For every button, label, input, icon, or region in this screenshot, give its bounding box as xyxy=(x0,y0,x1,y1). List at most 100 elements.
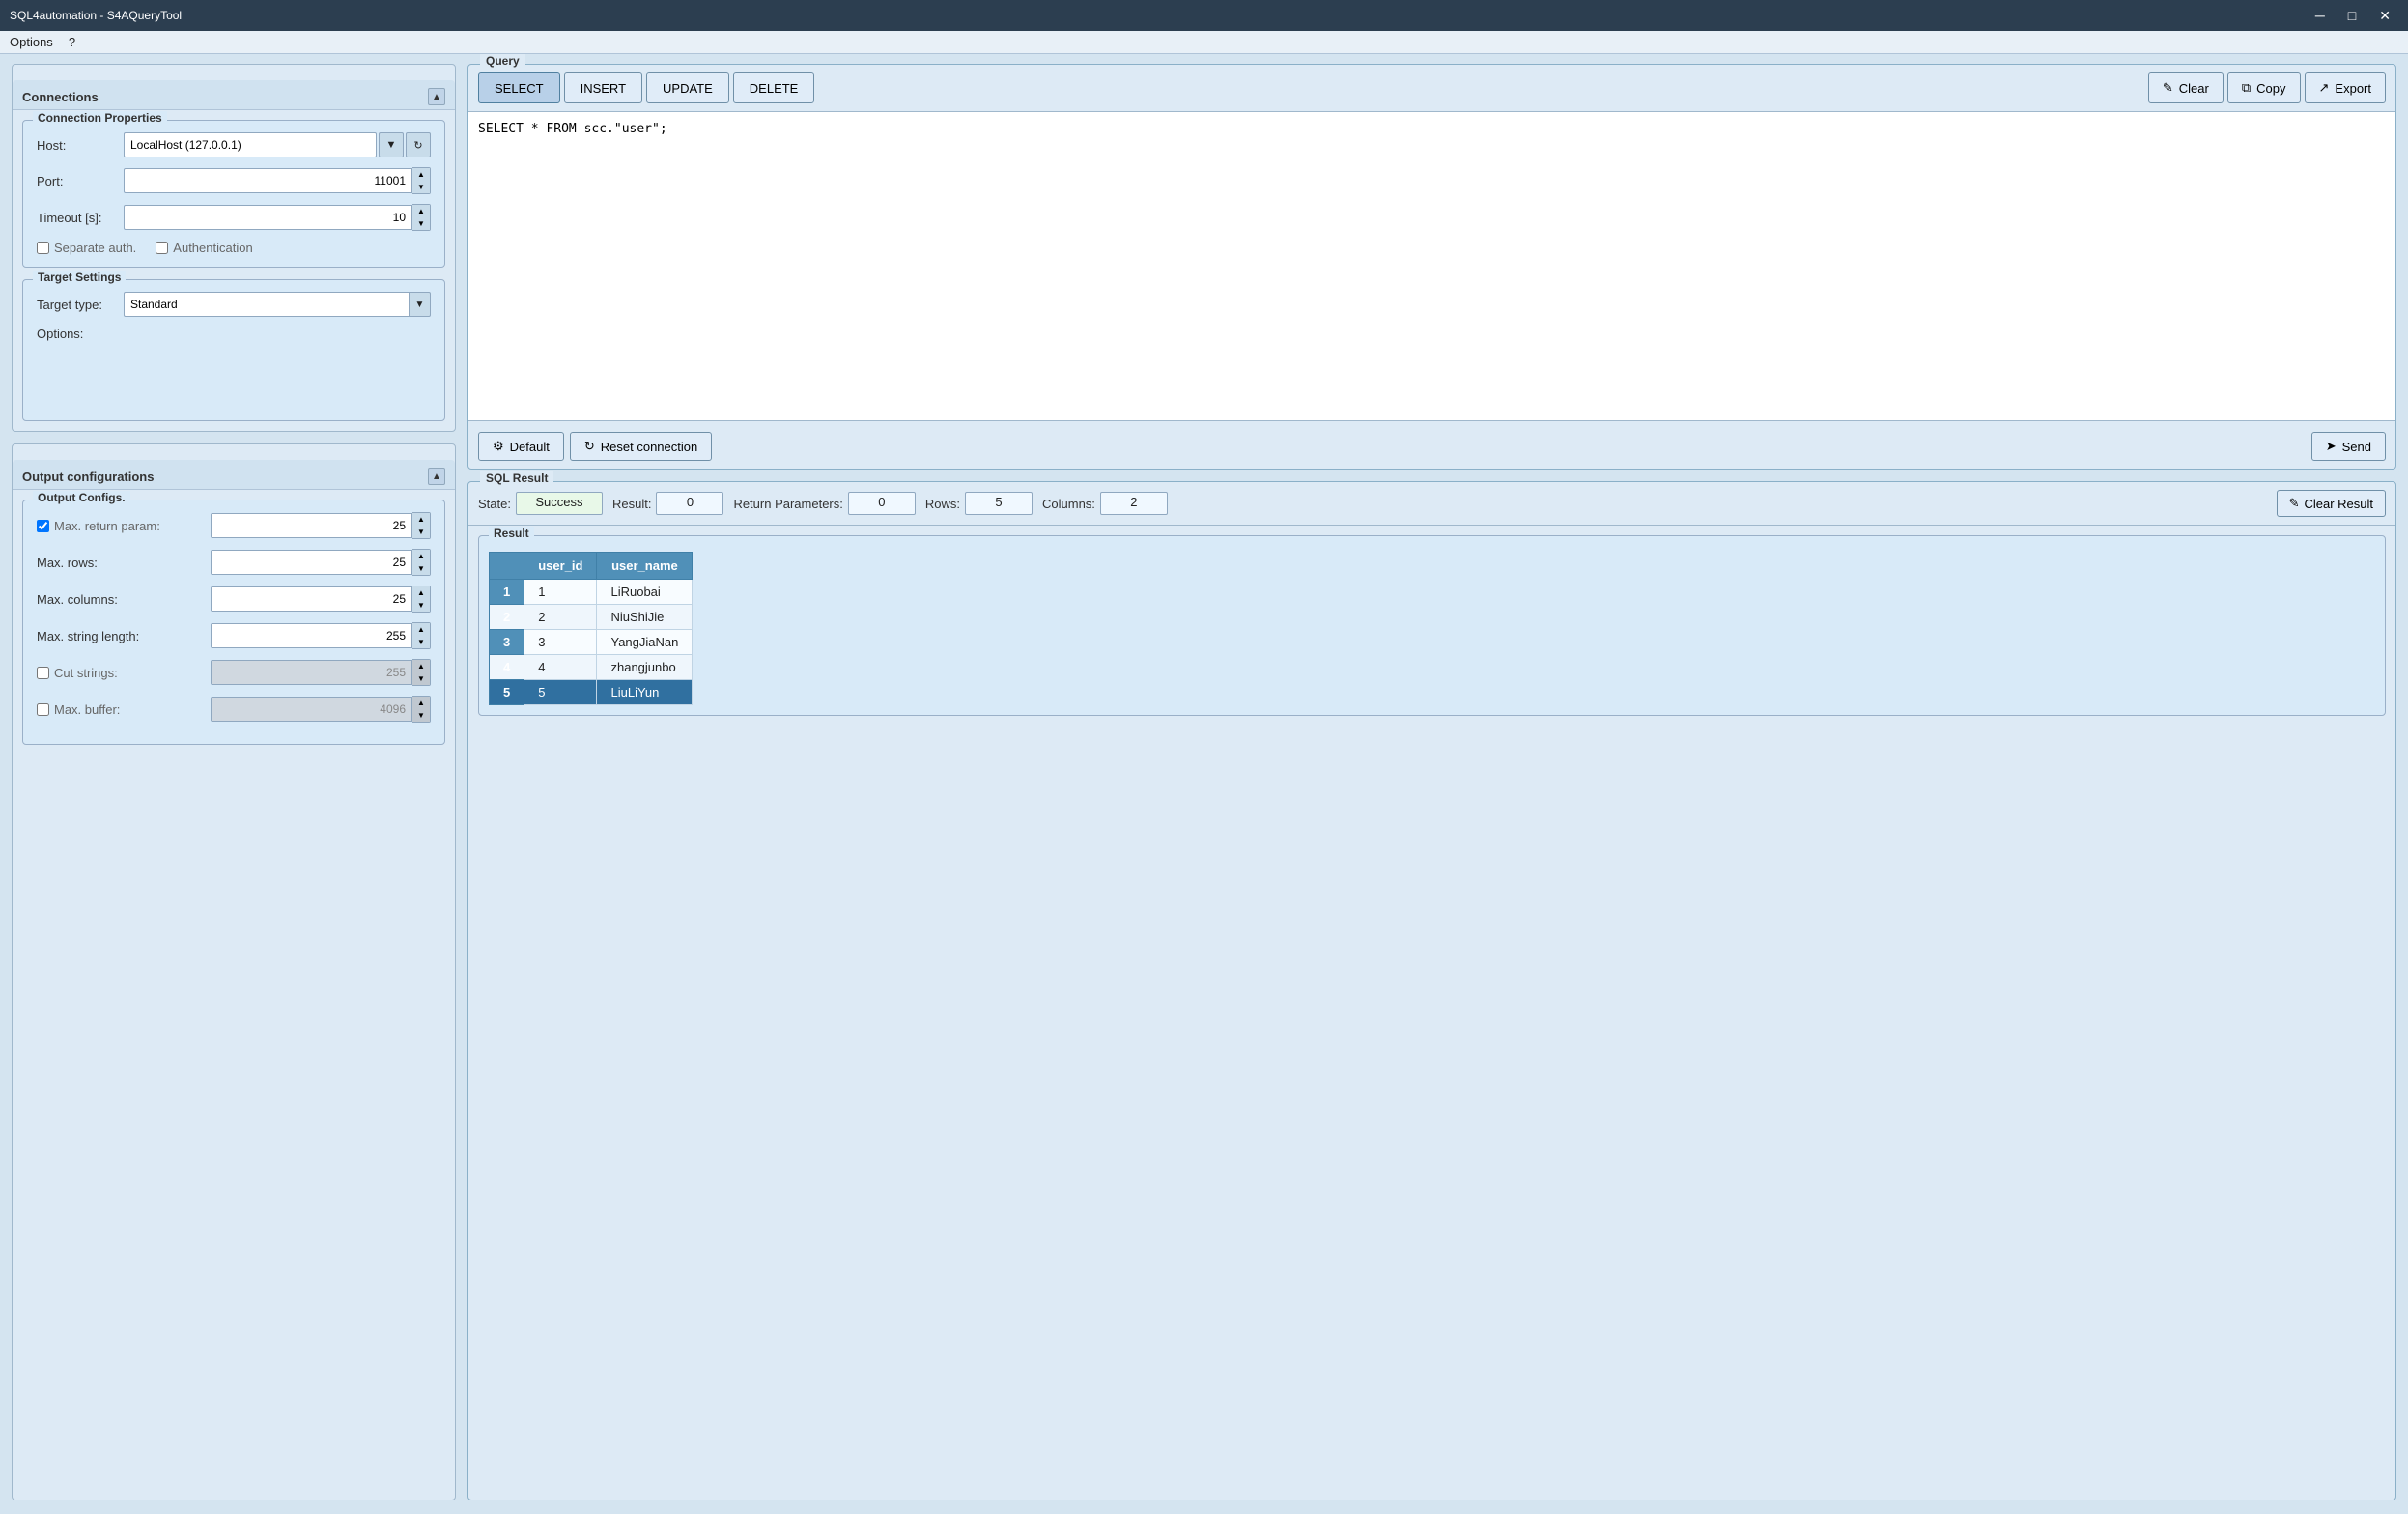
clear-button[interactable]: ✎ Clear xyxy=(2148,72,2224,103)
authentication-checkbox[interactable] xyxy=(156,242,168,254)
connections-title: Connections xyxy=(22,90,99,104)
max-string-length-input-group: ▲ ▼ xyxy=(211,622,431,649)
max-string-length-input[interactable] xyxy=(211,623,412,648)
auth-row: Separate auth. Authentication xyxy=(37,241,431,255)
port-up-btn[interactable]: ▲ xyxy=(412,168,430,181)
max-columns-input[interactable] xyxy=(211,586,412,612)
cut-strings-up-btn: ▲ xyxy=(412,660,430,672)
timeout-label: Timeout [s]: xyxy=(37,211,124,225)
max-string-length-down-btn[interactable]: ▼ xyxy=(412,636,430,648)
max-buffer-checkbox[interactable] xyxy=(37,703,49,716)
separate-auth-label[interactable]: Separate auth. xyxy=(37,241,136,255)
timeout-input[interactable] xyxy=(124,205,412,230)
port-down-btn[interactable]: ▼ xyxy=(412,181,430,193)
max-buffer-row: Max. buffer: ▲ ▼ xyxy=(37,696,431,723)
default-button[interactable]: ⚙ Default xyxy=(478,432,564,461)
close-button[interactable]: ✕ xyxy=(2371,6,2398,26)
row-number: 4 xyxy=(490,655,524,680)
row-number: 5 xyxy=(490,680,524,705)
user-name-header: user_name xyxy=(597,553,693,580)
main-layout: Connections ▲ Connection Properties Host… xyxy=(0,54,2408,1510)
table-row[interactable]: 55LiuLiYun xyxy=(490,680,693,705)
columns-value: 2 xyxy=(1100,492,1168,515)
query-header: SELECT INSERT UPDATE DELETE ✎ Clear ⧉ Co… xyxy=(468,65,2395,112)
result-label: Result: xyxy=(612,497,651,511)
rows-group: Rows: 5 xyxy=(925,492,1033,515)
max-string-length-up-btn[interactable]: ▲ xyxy=(412,623,430,636)
return-params-label: Return Parameters: xyxy=(733,497,842,511)
max-rows-up-btn[interactable]: ▲ xyxy=(412,550,430,562)
max-return-param-row: Max. return param: ▲ ▼ xyxy=(37,512,431,539)
send-button[interactable]: ➤ Send xyxy=(2311,432,2386,461)
max-columns-down-btn[interactable]: ▼ xyxy=(412,599,430,612)
max-columns-up-btn[interactable]: ▲ xyxy=(412,586,430,599)
connections-collapse-btn[interactable]: ▲ xyxy=(428,88,445,105)
max-return-param-label[interactable]: Max. return param: xyxy=(37,519,211,533)
cut-strings-down-btn: ▼ xyxy=(412,672,430,685)
state-label: State: xyxy=(478,497,511,511)
clear-result-icon: ✎ xyxy=(2289,496,2300,511)
result-table-title: Result xyxy=(489,527,534,540)
query-action-buttons: ✎ Clear ⧉ Copy ↗ Export xyxy=(2148,72,2386,103)
columns-label: Columns: xyxy=(1042,497,1095,511)
max-columns-spinners: ▲ ▼ xyxy=(412,586,431,613)
target-type-select[interactable]: Standard xyxy=(124,292,410,317)
max-return-param-input-group: ▲ ▼ xyxy=(211,512,431,539)
table-row[interactable]: 33YangJiaNan xyxy=(490,630,693,655)
max-buffer-label[interactable]: Max. buffer: xyxy=(37,702,211,717)
table-row[interactable]: 44zhangjunbo xyxy=(490,655,693,680)
max-rows-down-btn[interactable]: ▼ xyxy=(412,562,430,575)
export-button[interactable]: ↗ Export xyxy=(2305,72,2386,103)
authentication-label[interactable]: Authentication xyxy=(156,241,252,255)
query-footer: ⚙ Default ↻ Reset connection ➤ Send xyxy=(468,424,2395,469)
state-group: State: Success xyxy=(478,492,603,515)
cut-strings-row: Cut strings: ▲ ▼ xyxy=(37,659,431,686)
maximize-button[interactable]: □ xyxy=(2340,6,2364,26)
host-dropdown-btn[interactable]: ▼ xyxy=(379,132,404,157)
max-return-down-btn[interactable]: ▼ xyxy=(412,526,430,538)
table-row[interactable]: 11LiRuobai xyxy=(490,580,693,605)
columns-group: Columns: 2 xyxy=(1042,492,1168,515)
select-button[interactable]: SELECT xyxy=(478,72,560,103)
result-table-container: Result user_id user_name 11LiRuobai22Niu… xyxy=(478,535,2386,716)
max-string-length-row: Max. string length: ▲ ▼ xyxy=(37,622,431,649)
target-type-row: Target type: Standard ▼ xyxy=(37,292,431,317)
menu-options[interactable]: Options xyxy=(10,35,53,49)
max-rows-input-group: ▲ ▼ xyxy=(211,549,431,576)
query-panel: Query SELECT INSERT UPDATE DELETE ✎ Clea… xyxy=(467,64,2396,470)
return-params-group: Return Parameters: 0 xyxy=(733,492,915,515)
user-name-cell: NiuShiJie xyxy=(597,605,693,630)
reset-connection-button[interactable]: ↻ Reset connection xyxy=(570,432,712,461)
query-textarea[interactable] xyxy=(468,112,2395,421)
update-button[interactable]: UPDATE xyxy=(646,72,729,103)
connections-panel-header: Connections ▲ xyxy=(13,80,455,110)
send-icon: ➤ xyxy=(2326,439,2337,454)
menu-help[interactable]: ? xyxy=(69,35,75,49)
host-refresh-btn[interactable]: ↻ xyxy=(406,132,431,157)
rows-value: 5 xyxy=(965,492,1033,515)
sql-result-panel: SQL Result State: Success Result: 0 Retu… xyxy=(467,481,2396,1500)
output-collapse-btn[interactable]: ▲ xyxy=(428,468,445,485)
port-input[interactable] xyxy=(124,168,412,193)
max-return-up-btn[interactable]: ▲ xyxy=(412,513,430,526)
table-row[interactable]: 22NiuShiJie xyxy=(490,605,693,630)
delete-button[interactable]: DELETE xyxy=(733,72,815,103)
timeout-up-btn[interactable]: ▲ xyxy=(412,205,430,217)
max-return-param-input[interactable] xyxy=(211,513,412,538)
separate-auth-checkbox[interactable] xyxy=(37,242,49,254)
host-input-group: ▼ ↻ xyxy=(124,132,431,157)
clear-result-button[interactable]: ✎ Clear Result xyxy=(2277,490,2386,517)
minimize-button[interactable]: ─ xyxy=(2308,6,2333,26)
max-return-param-checkbox[interactable] xyxy=(37,520,49,532)
insert-button[interactable]: INSERT xyxy=(564,72,642,103)
connection-properties-section: Connection Properties Host: ▼ ↻ Port: xyxy=(22,120,445,268)
copy-button[interactable]: ⧉ Copy xyxy=(2227,72,2301,103)
host-input[interactable] xyxy=(124,132,377,157)
port-input-group: ▲ ▼ xyxy=(124,167,431,194)
eraser-icon: ✎ xyxy=(2163,80,2173,96)
max-rows-input[interactable] xyxy=(211,550,412,575)
reset-icon: ↻ xyxy=(584,439,595,454)
cut-strings-checkbox[interactable] xyxy=(37,667,49,679)
timeout-down-btn[interactable]: ▼ xyxy=(412,217,430,230)
cut-strings-label[interactable]: Cut strings: xyxy=(37,666,211,680)
